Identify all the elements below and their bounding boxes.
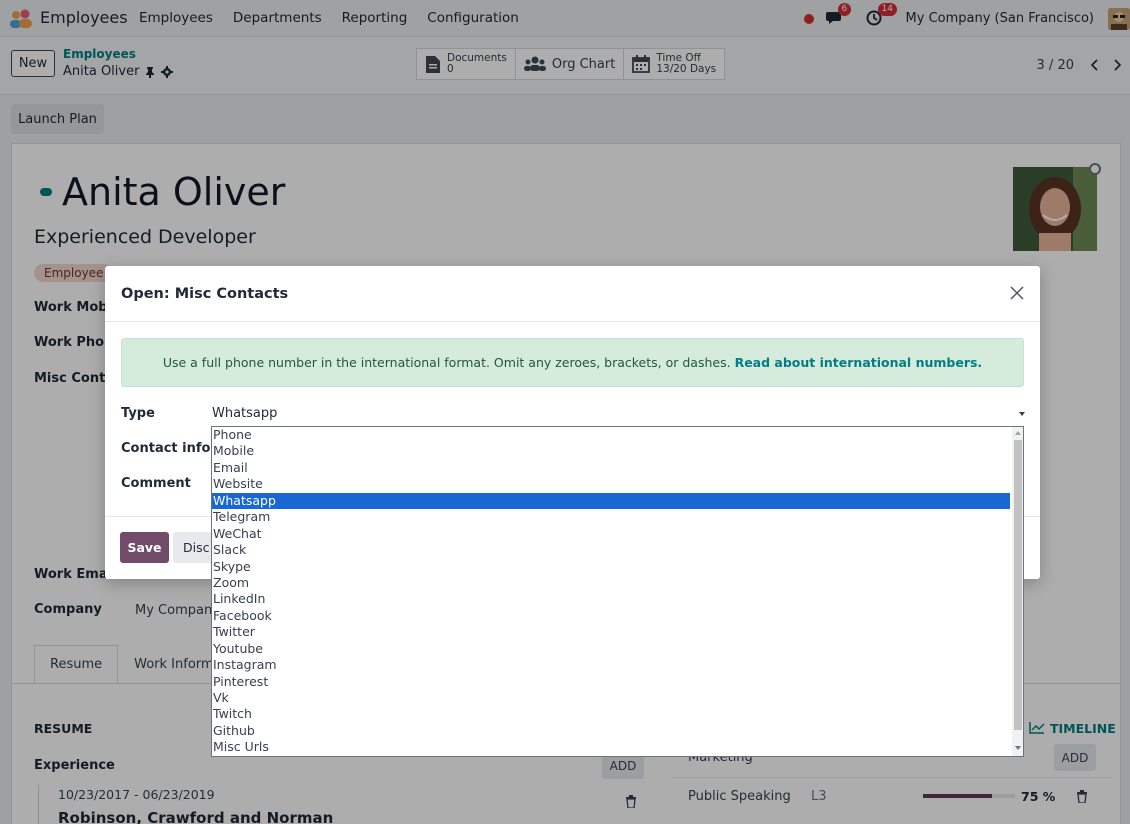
option-twitch[interactable]: Twitch bbox=[212, 706, 1010, 722]
option-skype[interactable]: Skype bbox=[212, 559, 1010, 575]
caret-down-icon[interactable] bbox=[1019, 412, 1025, 416]
option-github[interactable]: Github bbox=[212, 723, 1010, 739]
option-twitter[interactable]: Twitter bbox=[212, 624, 1010, 640]
option-slack[interactable]: Slack bbox=[212, 542, 1010, 558]
option-zoom[interactable]: Zoom bbox=[212, 575, 1010, 591]
scroll-down-arrow-icon[interactable] bbox=[1015, 746, 1021, 750]
option-whatsapp[interactable]: Whatsapp bbox=[212, 492, 1010, 510]
option-wechat[interactable]: WeChat bbox=[212, 526, 1010, 542]
dialog-title: Open: Misc Contacts bbox=[121, 286, 289, 302]
type-label: Type bbox=[121, 406, 155, 421]
option-phone[interactable]: Phone bbox=[212, 427, 1010, 443]
close-icon[interactable] bbox=[1008, 284, 1026, 302]
option-vk[interactable]: Vk bbox=[212, 690, 1010, 706]
type-select[interactable]: Whatsapp bbox=[212, 406, 1024, 426]
option-email[interactable]: Email bbox=[212, 460, 1010, 476]
option-youtube[interactable]: Youtube bbox=[212, 641, 1010, 657]
international-numbers-link[interactable]: Read about international numbers. bbox=[735, 355, 983, 370]
option-website[interactable]: Website bbox=[212, 476, 1010, 492]
scrollbar-thumb[interactable] bbox=[1014, 440, 1022, 730]
dialog-header-divider bbox=[105, 321, 1040, 322]
option-misc-urls[interactable]: Misc Urls bbox=[212, 739, 1010, 755]
scroll-up-arrow-icon[interactable] bbox=[1015, 431, 1021, 435]
option-mobile[interactable]: Mobile bbox=[212, 443, 1010, 459]
type-dropdown-list: Phone Mobile Email Website Whatsapp Tele… bbox=[211, 426, 1024, 757]
type-options: Phone Mobile Email Website Whatsapp Tele… bbox=[212, 427, 1023, 756]
dropdown-scrollbar[interactable] bbox=[1012, 427, 1023, 756]
option-instagram[interactable]: Instagram bbox=[212, 657, 1010, 673]
alert-text: Use a full phone number in the internati… bbox=[162, 355, 731, 370]
option-linkedin[interactable]: LinkedIn bbox=[212, 591, 1010, 607]
save-button[interactable]: Save bbox=[120, 532, 169, 563]
option-facebook[interactable]: Facebook bbox=[212, 608, 1010, 624]
info-alert: Use a full phone number in the internati… bbox=[121, 338, 1024, 387]
contact-info-label: Contact info bbox=[121, 441, 211, 456]
comment-label: Comment bbox=[121, 476, 191, 491]
option-telegram[interactable]: Telegram bbox=[212, 509, 1010, 525]
option-pinterest[interactable]: Pinterest bbox=[212, 674, 1010, 690]
